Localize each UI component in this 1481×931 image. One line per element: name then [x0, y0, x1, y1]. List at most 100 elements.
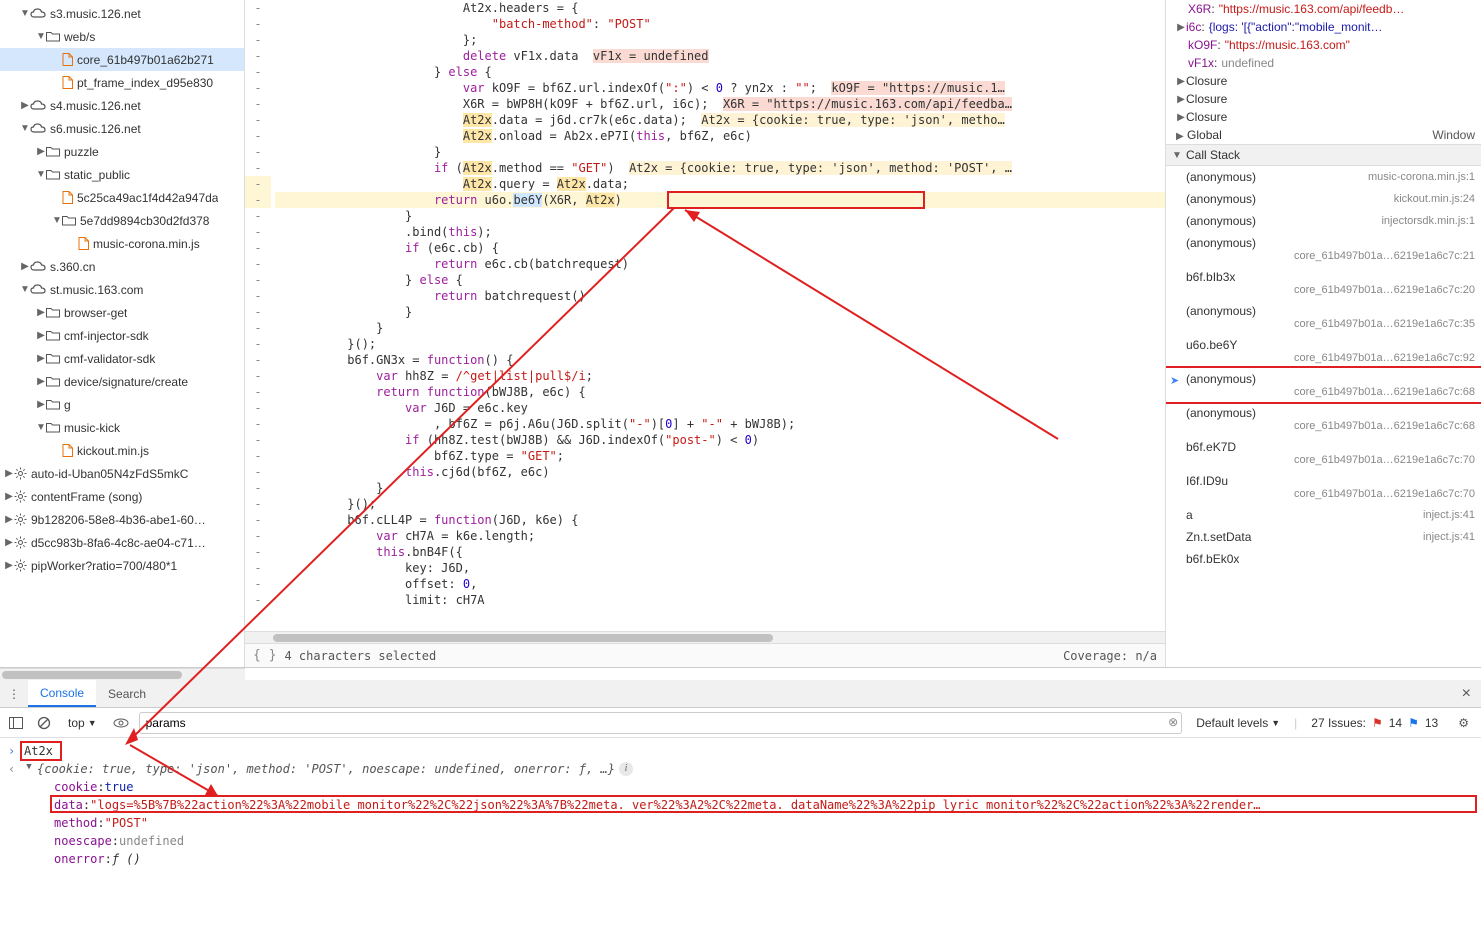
code-line[interactable]: }();: [275, 496, 1165, 512]
code-line[interactable]: }: [275, 304, 1165, 320]
tree-item[interactable]: ▶cmf-validator-sdk: [0, 347, 244, 370]
callstack-frame[interactable]: (anonymous)core_61b497b01a…6219e1a6c7c:2…: [1166, 232, 1481, 266]
gutter-marker[interactable]: -: [245, 480, 271, 496]
gutter-marker[interactable]: -: [245, 160, 271, 176]
gutter-marker[interactable]: -: [245, 128, 271, 144]
tree-item[interactable]: ▶puzzle: [0, 140, 244, 163]
code-line[interactable]: this.bnB4F({: [275, 544, 1165, 560]
code-line[interactable]: b6f.cLL4P = function(J6D, k6e) {: [275, 512, 1165, 528]
callstack-frame[interactable]: b6f.bEk0x: [1166, 548, 1481, 570]
close-drawer-icon[interactable]: ×: [1452, 685, 1481, 703]
gutter-marker[interactable]: -: [245, 272, 271, 288]
tree-item[interactable]: 5c25ca49ac1f4d42a947da: [0, 186, 244, 209]
clear-console-icon[interactable]: [34, 713, 54, 733]
code-line[interactable]: }: [275, 208, 1165, 224]
gutter-marker[interactable]: -: [245, 464, 271, 480]
callstack-frame[interactable]: (anonymous)music-corona.min.js:1: [1166, 166, 1481, 188]
context-selector[interactable]: top ▼: [62, 716, 103, 730]
drawer-menu-icon[interactable]: ⋮: [0, 687, 28, 701]
gutter-marker[interactable]: -: [245, 304, 271, 320]
gutter-marker[interactable]: -: [245, 0, 271, 16]
callstack-frame[interactable]: (anonymous)core_61b497b01a…6219e1a6c7c:6…: [1166, 402, 1481, 436]
gutter-marker[interactable]: -: [245, 208, 271, 224]
gutter-marker[interactable]: -: [245, 256, 271, 272]
tree-item[interactable]: ▶g: [0, 393, 244, 416]
tree-item[interactable]: ▶9b128206-58e8-4b36-abe1-60…: [0, 508, 244, 531]
gutter-marker[interactable]: -: [245, 176, 271, 192]
code-line[interactable]: if (hh8Z.test(bWJ8B) && J6D.indexOf("pos…: [275, 432, 1165, 448]
code-line[interactable]: return batchrequest(): [275, 288, 1165, 304]
tree-item[interactable]: ▼static_public: [0, 163, 244, 186]
gutter-marker[interactable]: -: [245, 32, 271, 48]
gutter-marker[interactable]: -: [245, 96, 271, 112]
callstack-frame[interactable]: u6o.be6Ycore_61b497b01a…6219e1a6c7c:92: [1166, 334, 1481, 368]
tab-console[interactable]: Console: [28, 680, 96, 707]
gutter-marker[interactable]: -: [245, 352, 271, 368]
callstack-frame[interactable]: b6f.bIb3xcore_61b497b01a…6219e1a6c7c:20: [1166, 266, 1481, 300]
gutter-marker[interactable]: -: [245, 112, 271, 128]
code-line[interactable]: var hh8Z = /^get|list|pull$/i;: [275, 368, 1165, 384]
code-line[interactable]: At2x.data = j6d.cr7k(e6c.data); At2x = {…: [275, 112, 1165, 128]
gutter-marker[interactable]: -: [245, 16, 271, 32]
code-line[interactable]: var cH7A = k6e.length;: [275, 528, 1165, 544]
code-line[interactable]: var kO9F = bf6Z.url.indexOf(":") < 0 ? y…: [275, 80, 1165, 96]
tab-search[interactable]: Search: [96, 680, 158, 707]
right-debug-panel[interactable]: X6R: "https://music.163.com/api/feedb…▶i…: [1165, 0, 1481, 667]
code-line[interactable]: X6R = bWP8H(kO9F + bf6Z.url, i6c); X6R =…: [275, 96, 1165, 112]
tree-item[interactable]: ▼web/s: [0, 25, 244, 48]
console-body[interactable]: › At2x ‹ ▼ {cookie: true, type: 'json', …: [0, 738, 1481, 931]
tree-item[interactable]: ▶auto-id-Uban05N4zFdS5mkC: [0, 462, 244, 485]
scope-variable[interactable]: kO9F: "https://music.163.com": [1166, 36, 1481, 54]
code-line[interactable]: var J6D = e6c.key: [275, 400, 1165, 416]
callstack-frame[interactable]: (anonymous)injectorsdk.min.js:1: [1166, 210, 1481, 232]
code-line[interactable]: limit: cH7A: [275, 592, 1165, 608]
tree-horizontal-scrollbar[interactable]: [0, 668, 245, 680]
gutter-marker[interactable]: -: [245, 512, 271, 528]
gutter-marker[interactable]: -: [245, 528, 271, 544]
code-line[interactable]: At2x.query = At2x.data;: [275, 176, 1165, 192]
code-panel[interactable]: -------------------------------------- A…: [245, 0, 1165, 667]
tree-item[interactable]: ▼5e7dd9894cb30d2fd378: [0, 209, 244, 232]
console-filter-input[interactable]: [139, 712, 1183, 734]
log-levels-selector[interactable]: Default levels ▼: [1190, 716, 1286, 730]
console-settings-icon[interactable]: ⚙: [1452, 716, 1475, 730]
code-line[interactable]: return e6c.cb(batchrequest): [275, 256, 1165, 272]
callstack-frame[interactable]: (anonymous)core_61b497b01a…6219e1a6c7c:3…: [1166, 300, 1481, 334]
code-line[interactable]: .bind(this);: [275, 224, 1165, 240]
tree-item[interactable]: ▶s4.music.126.net: [0, 94, 244, 117]
callstack-frame[interactable]: ainject.js:41: [1166, 504, 1481, 526]
code-line[interactable]: } else {: [275, 272, 1165, 288]
callstack-frame[interactable]: b6f.eK7Dcore_61b497b01a…6219e1a6c7c:70: [1166, 436, 1481, 470]
console-object-property[interactable]: cookie: true: [8, 778, 1473, 796]
tree-item[interactable]: pt_frame_index_d95e830: [0, 71, 244, 94]
gutter-marker[interactable]: -: [245, 384, 271, 400]
tree-item[interactable]: music-corona.min.js: [0, 232, 244, 255]
code-line[interactable]: if (At2x.method == "GET") At2x = {cookie…: [275, 160, 1165, 176]
scope-variable[interactable]: vF1x: undefined: [1166, 54, 1481, 72]
issues-indicator[interactable]: 27 Issues: ⚑14 ⚑13: [1305, 716, 1444, 730]
console-object-property[interactable]: noescape: undefined: [8, 832, 1473, 850]
callstack-header[interactable]: ▼ Call Stack: [1166, 144, 1481, 166]
scope-closure[interactable]: ▶ Closure: [1166, 72, 1481, 90]
tree-item[interactable]: ▼st.music.163.com: [0, 278, 244, 301]
scope-global[interactable]: ▶ Global Window: [1166, 126, 1481, 144]
gutter-marker[interactable]: -: [245, 496, 271, 512]
gutter-marker[interactable]: -: [245, 560, 271, 576]
tree-item[interactable]: kickout.min.js: [0, 439, 244, 462]
gutter-marker[interactable]: -: [245, 240, 271, 256]
code-line[interactable]: if (e6c.cb) {: [275, 240, 1165, 256]
tree-item[interactable]: ▼s3.music.126.net: [0, 2, 244, 25]
code-line[interactable]: , bf6Z = p6j.A6u(J6D.split("-")[0] + "-"…: [275, 416, 1165, 432]
gutter-marker[interactable]: -: [245, 320, 271, 336]
gutter-marker[interactable]: -: [245, 288, 271, 304]
tree-item[interactable]: ▼s6.music.126.net: [0, 117, 244, 140]
code-line[interactable]: offset: 0,: [275, 576, 1165, 592]
tree-item[interactable]: ▶cmf-injector-sdk: [0, 324, 244, 347]
code-line[interactable]: At2x.headers = {: [275, 0, 1165, 16]
code-line[interactable]: }();: [275, 336, 1165, 352]
gutter-marker[interactable]: -: [245, 592, 271, 608]
code-line[interactable]: }: [275, 480, 1165, 496]
code-line[interactable]: this.cj6d(bf6Z, e6c): [275, 464, 1165, 480]
gutter-marker[interactable]: -: [245, 400, 271, 416]
code-line[interactable]: return function(bWJ8B, e6c) {: [275, 384, 1165, 400]
